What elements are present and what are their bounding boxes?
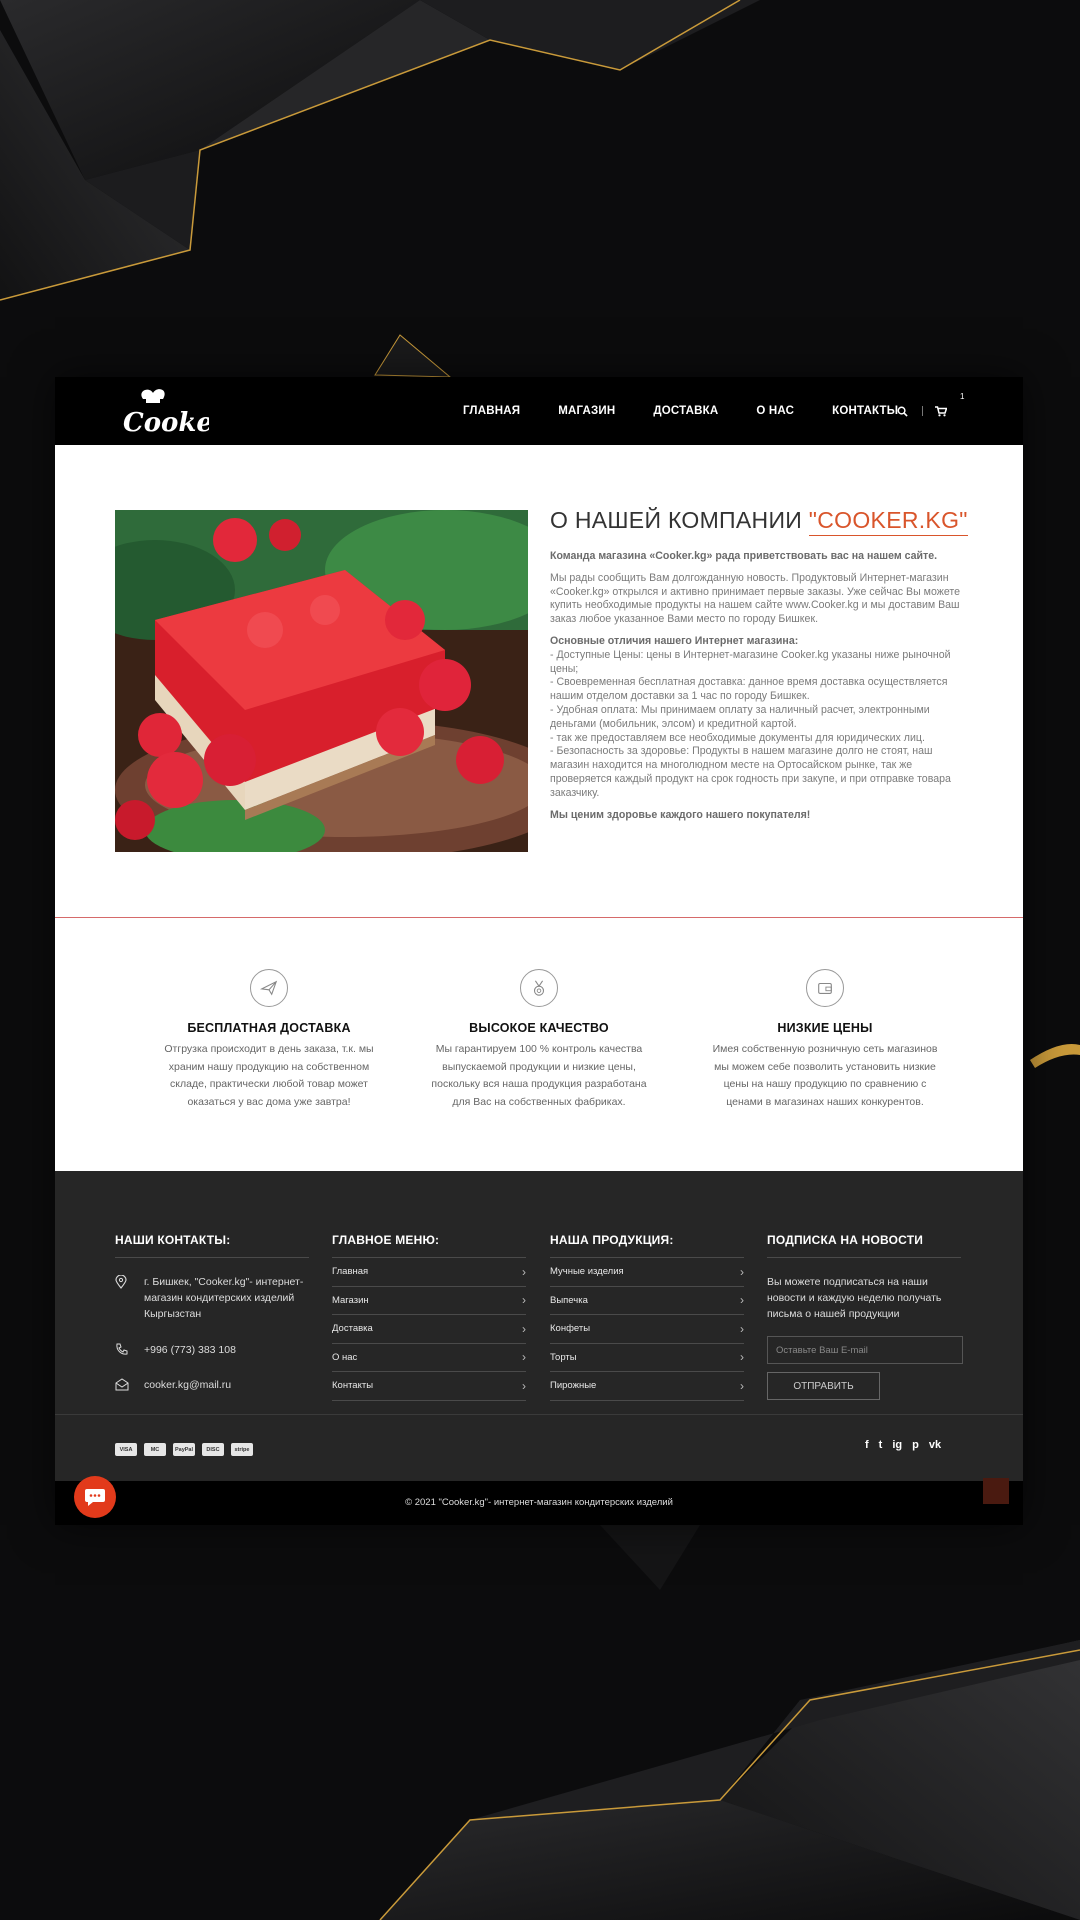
feature-title: БЕСПЛАТНАЯ ДОСТАВКА	[187, 1021, 351, 1035]
footer-product-item[interactable]: Пирожные ›	[550, 1372, 744, 1401]
nav-delivery[interactable]: ДОСТАВКА	[653, 405, 718, 417]
cake-image	[115, 510, 528, 852]
feature-title: НИЗКИЕ ЦЕНЫ	[777, 1021, 873, 1035]
main-nav: ГЛАВНАЯ МАГАЗИН ДОСТАВКА О НАС КОНТАКТЫ	[463, 377, 936, 445]
copyright: © 2021 "Cooker.kg"- интернет-магазин кон…	[55, 1481, 1023, 1525]
footer-menu-item[interactable]: Контакты ›	[332, 1372, 526, 1401]
chat-icon	[85, 1489, 105, 1506]
search-icon[interactable]	[897, 406, 908, 417]
footer-product-item[interactable]: Торты ›	[550, 1344, 744, 1372]
paypal-icon: PayPal	[173, 1443, 195, 1456]
svg-text:Cooker: Cooker	[123, 408, 209, 437]
chat-button[interactable]	[74, 1476, 116, 1518]
feature-low-prices: НИЗКИЕ ЦЕНЫ Имея собственную розничную с…	[711, 969, 939, 1111]
nav-about[interactable]: О НАС	[756, 405, 794, 417]
chevron-right-icon: ›	[522, 1350, 526, 1365]
footer-address: г. Бишкек, "Cooker.kg"- интернет-магазин…	[144, 1276, 304, 1320]
footer-menu-item[interactable]: Доставка ›	[332, 1315, 526, 1344]
logo[interactable]: Cooker	[119, 387, 209, 437]
footer-phone[interactable]: +996 (773) 383 108	[144, 1342, 236, 1361]
footer-menu-item[interactable]: Главная ›	[332, 1258, 526, 1287]
feature-text: Имея собственную розничную сеть магазино…	[712, 1043, 938, 1108]
cart-icon[interactable]	[935, 405, 947, 417]
footer-product-item[interactable]: Выпечка ›	[550, 1287, 744, 1315]
social-links: f t ig p vk	[865, 1439, 941, 1451]
location-icon	[115, 1274, 144, 1322]
newsletter-title: ПОДПИСКА НА НОВОСТИ	[767, 1233, 961, 1258]
chevron-right-icon: ›	[522, 1378, 526, 1393]
about-intro: Команда магазина «Cooker.kg» рада привет…	[550, 550, 938, 562]
scroll-top-button[interactable]	[983, 1478, 1009, 1504]
footer-main-menu: ГЛАВНОЕ МЕНЮ: Главная › Магазин › Доставка…	[332, 1233, 526, 1401]
icon-divider	[922, 406, 923, 416]
cart-count-badge: 1	[960, 392, 965, 401]
chevron-right-icon: ›	[740, 1378, 744, 1393]
nav-contacts[interactable]: КОНТАКТЫ	[832, 405, 898, 417]
about-differences: Основные отличия нашего Интернет магазин…	[550, 634, 951, 799]
footer-newsletter: ПОДПИСКА НА НОВОСТИ Вы можете подписатьс…	[767, 1233, 963, 1400]
header: Cooker ГЛАВНАЯ МАГАЗИН ДОСТАВКА О НАС КО…	[55, 377, 1023, 445]
footer-email[interactable]: cooker.kg@mail.ru	[144, 1377, 231, 1396]
about-closing: Мы ценим здоровье каждого нашего покупат…	[550, 808, 811, 821]
chevron-right-icon: ›	[740, 1321, 744, 1336]
vk-icon[interactable]: vk	[929, 1439, 941, 1451]
about-paragraph: Мы рады сообщить Вам долгожданную новост…	[550, 571, 960, 626]
footer-menu-item[interactable]: О нас ›	[332, 1344, 526, 1372]
mail-icon	[115, 1377, 144, 1396]
medal-icon	[520, 969, 558, 1007]
feature-text: Отгрузка происходит в день заказа, т.к. …	[164, 1043, 374, 1108]
phone-icon	[115, 1342, 144, 1361]
chevron-right-icon: ›	[740, 1293, 744, 1308]
about-section: О НАШЕЙ КОМПАНИИ "COOKER.KG" Команда маг…	[550, 507, 968, 822]
airplane-icon	[250, 969, 288, 1007]
chevron-right-icon: ›	[740, 1264, 744, 1279]
feature-high-quality: ВЫСОКОЕ КАЧЕСТВО Мы гарантируем 100 % ко…	[425, 969, 653, 1111]
about-title: О НАШЕЙ КОМПАНИИ "COOKER.KG"	[550, 507, 968, 536]
instagram-icon[interactable]: ig	[892, 1439, 902, 1451]
section-divider	[55, 917, 1023, 918]
visa-icon: VISA	[115, 1443, 137, 1456]
footer-bottom-bar: VISA MC PayPal DISC stripe f t ig p vk	[55, 1414, 1023, 1481]
chevron-right-icon: ›	[522, 1321, 526, 1336]
feature-text: Мы гарантируем 100 % контроль качества в…	[431, 1043, 647, 1108]
footer-contacts: НАШИ КОНТАКТЫ: г. Бишкек, "Cooker.kg"- и…	[115, 1233, 309, 1396]
twitter-icon[interactable]: t	[879, 1439, 883, 1451]
payment-methods: VISA MC PayPal DISC stripe	[115, 1443, 253, 1456]
nav-shop[interactable]: МАГАЗИН	[558, 405, 615, 417]
footer-menu-title: ГЛАВНОЕ МЕНЮ:	[332, 1233, 526, 1258]
footer-products-title: НАША ПРОДУКЦИЯ:	[550, 1233, 744, 1258]
footer-product-item[interactable]: Мучные изделия ›	[550, 1258, 744, 1287]
chevron-right-icon: ›	[522, 1293, 526, 1308]
footer: НАШИ КОНТАКТЫ: г. Бишкек, "Cooker.kg"- и…	[55, 1171, 1023, 1414]
wallet-icon	[806, 969, 844, 1007]
feature-title: ВЫСОКОЕ КАЧЕСТВО	[469, 1021, 609, 1035]
chevron-right-icon: ›	[740, 1350, 744, 1365]
nav-home[interactable]: ГЛАВНАЯ	[463, 405, 520, 417]
footer-menu-item[interactable]: Магазин ›	[332, 1287, 526, 1315]
facebook-icon[interactable]: f	[865, 1439, 869, 1451]
chevron-right-icon: ›	[522, 1264, 526, 1279]
footer-product-item[interactable]: Конфеты ›	[550, 1315, 744, 1344]
newsletter-submit-button[interactable]: ОТПРАВИТЬ	[767, 1372, 880, 1400]
pinterest-icon[interactable]: p	[912, 1439, 919, 1451]
feature-free-delivery: БЕСПЛАТНАЯ ДОСТАВКА Отгрузка происходит …	[155, 969, 383, 1111]
brand-accent: "COOKER.KG"	[808, 507, 968, 536]
website-frame: Cooker ГЛАВНАЯ МАГАЗИН ДОСТАВКА О НАС КО…	[55, 377, 1023, 1525]
stripe-icon: stripe	[231, 1443, 253, 1456]
discover-icon: DISC	[202, 1443, 224, 1456]
newsletter-email-input[interactable]	[767, 1336, 963, 1364]
mastercard-icon: MC	[144, 1443, 166, 1456]
footer-products: НАША ПРОДУКЦИЯ: Мучные изделия › Выпечка ›…	[550, 1233, 744, 1401]
newsletter-text: Вы можете подписаться на наши новости и …	[767, 1276, 942, 1320]
footer-contacts-title: НАШИ КОНТАКТЫ:	[115, 1233, 309, 1258]
